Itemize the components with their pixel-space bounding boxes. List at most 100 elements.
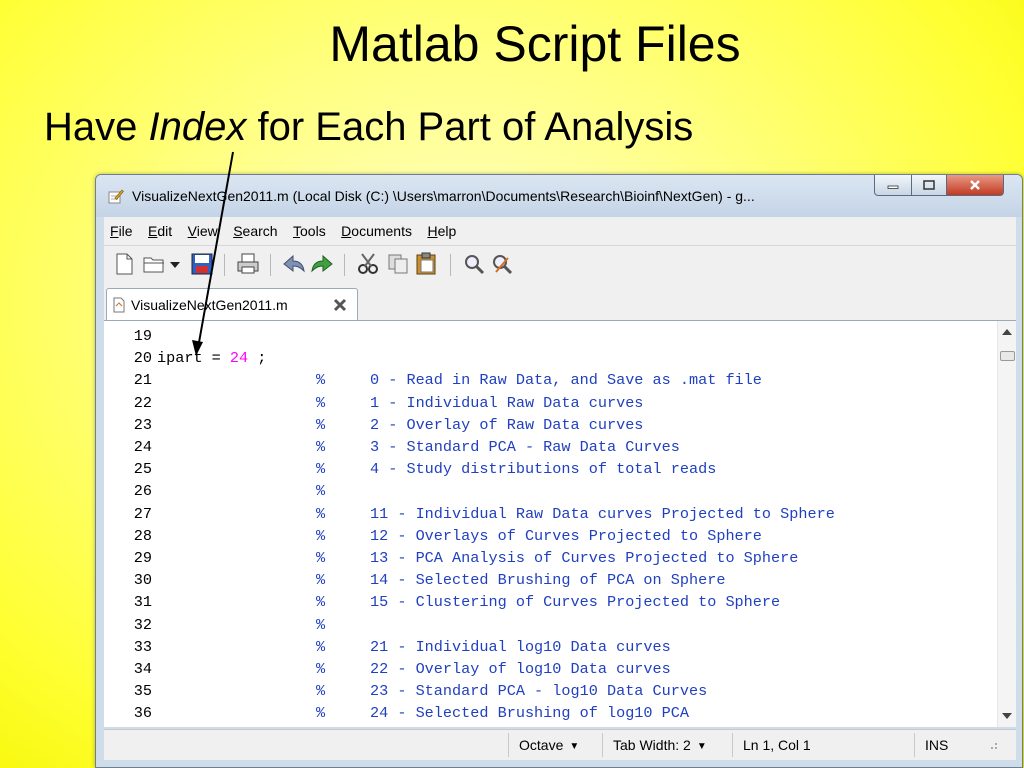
code-line[interactable]: 32% xyxy=(104,614,984,636)
code-line[interactable]: 25% 4 - Study distributions of total read… xyxy=(104,458,984,480)
comment-text: 11 - Individual Raw Data curves Projecte… xyxy=(370,504,835,523)
slide-title: Matlab Script Files xyxy=(329,16,741,72)
line-number: 26 xyxy=(133,482,152,501)
line-number: 24 xyxy=(133,438,152,456)
toolbar-separator xyxy=(224,254,225,276)
window-title: VisualizeNextGen2011.m (Local Disk (C:) … xyxy=(132,188,755,204)
minimize-button[interactable] xyxy=(874,175,912,196)
paste-icon[interactable] xyxy=(414,252,438,276)
menu-edit[interactable]: Edit xyxy=(142,217,177,239)
dropdown-arrow-icon: ▼ xyxy=(696,741,707,752)
document-edit-icon xyxy=(108,189,124,204)
line-number: 21 xyxy=(133,371,152,390)
comment-marker: % xyxy=(316,571,326,590)
code-line[interactable]: 22% 1 - Individual Raw Data curves xyxy=(104,392,984,414)
comment-marker: % xyxy=(316,660,326,678)
title-bar[interactable]: VisualizeNextGen2011.m (Local Disk (C:) … xyxy=(96,175,1022,217)
subtitle-emphasis: Index xyxy=(148,105,247,149)
code-line[interactable]: 23% 2 - Overlay of Raw Data curves xyxy=(104,414,984,436)
comment-marker: % xyxy=(316,549,326,567)
menu-file[interactable]: File xyxy=(104,217,138,239)
toolbar-separator xyxy=(344,254,345,276)
toolbar xyxy=(104,246,1016,284)
maximize-button[interactable] xyxy=(911,175,947,196)
menu-view[interactable]: View xyxy=(182,217,223,239)
print-icon[interactable] xyxy=(236,252,260,276)
cursor-position: Ln 1, Col 1 xyxy=(732,733,913,757)
comment-text: 4 - Study distributions of total reads xyxy=(370,460,717,479)
comment-marker: % xyxy=(316,593,326,612)
code-line[interactable]: 34% 22 - Overlay of log10 Data curves xyxy=(104,658,984,680)
editor-window: VisualizeNextGen2011.m (Local Disk (C:) … xyxy=(95,174,1023,768)
comment-marker: % xyxy=(316,637,326,656)
line-number: 31 xyxy=(133,593,152,612)
comment-marker: % xyxy=(316,482,326,501)
code-line[interactable]: 19 xyxy=(104,325,984,347)
code-editor[interactable]: 19 20 ipart = 24 ; 21% 0 - Read in Raw Data,… xyxy=(104,321,1016,727)
scroll-up-icon[interactable] xyxy=(1002,329,1012,335)
code-line[interactable]: 31% 15 - Clustering of Curves Projected t… xyxy=(104,591,984,613)
comment-marker: % xyxy=(316,682,326,701)
code-line[interactable]: 21% 0 - Read in Raw Data, and Save as .ma… xyxy=(104,369,984,391)
line-number: 19 xyxy=(133,327,152,345)
status-bar: Octave ▼ Tab Width: 2 ▼ Ln 1, Col 1 INS xyxy=(104,729,1016,760)
comment-text: 15 - Clustering of Curves Projected to S… xyxy=(370,593,781,612)
line-number: 32 xyxy=(133,615,152,634)
slide-subtitle: Have Index for Each Part of Analysis xyxy=(44,102,693,152)
new-file-icon[interactable] xyxy=(112,252,136,276)
tab-width-selector[interactable]: Tab Width: 2 ▼ xyxy=(602,733,729,757)
comment-marker: % xyxy=(316,415,326,434)
menu-search[interactable]: Search xyxy=(227,217,282,239)
comment-text: 2 - Overlay of Raw Data curves xyxy=(370,415,644,434)
line-number: 22 xyxy=(133,393,152,412)
language-selector[interactable]: Octave ▼ xyxy=(508,733,605,757)
tab-visualize-nextgen[interactable]: VisualizeNextGen2011.m xyxy=(106,288,358,320)
menu-documents[interactable]: Documents xyxy=(335,217,417,239)
code-line[interactable]: 35% 23 - Standard PCA - log10 Data Curves xyxy=(104,680,984,702)
find-icon[interactable] xyxy=(462,252,486,276)
code-line[interactable]: 28% 12 - Overlays of Curves Projected to … xyxy=(104,525,984,547)
code-line[interactable]: 36% 24 - Selected Brushing of log10 PCA xyxy=(104,702,984,724)
menu-help[interactable]: Help xyxy=(421,217,461,239)
scroll-thumb[interactable] xyxy=(1000,351,1015,361)
code-line[interactable]: 20 ipart = 24 ; xyxy=(104,347,984,369)
find-replace-icon[interactable] xyxy=(490,252,514,276)
open-folder-icon[interactable] xyxy=(142,252,166,276)
code-line[interactable]: 29% 13 - PCA Analysis of Curves Projected… xyxy=(104,547,984,569)
comment-marker: % xyxy=(316,438,326,456)
undo-icon[interactable] xyxy=(282,252,306,276)
close-icon xyxy=(970,180,980,190)
file-icon xyxy=(113,297,125,313)
code-line[interactable]: 24% 3 - Standard PCA - Raw Data Curves xyxy=(104,436,984,458)
vertical-scrollbar[interactable] xyxy=(997,321,1016,727)
comment-text: 21 - Individual log10 Data curves xyxy=(370,637,671,656)
copy-icon[interactable] xyxy=(386,252,410,276)
redo-icon[interactable] xyxy=(310,252,334,276)
comment-marker: % xyxy=(316,504,326,523)
tab-close-icon[interactable] xyxy=(333,298,347,312)
line-number: 28 xyxy=(133,526,152,545)
comment-marker: % xyxy=(316,371,326,390)
line-number: 29 xyxy=(133,549,152,567)
menu-bar: File Edit View Search Tools Documents He… xyxy=(104,217,1016,246)
code-line[interactable]: 27% 11 - Individual Raw Data curves Proje… xyxy=(104,503,984,525)
cut-icon[interactable] xyxy=(356,252,380,276)
numeric-literal: 24 xyxy=(229,349,249,368)
close-button[interactable] xyxy=(946,175,1004,196)
save-icon[interactable] xyxy=(190,252,214,276)
toolbar-separator xyxy=(450,254,451,276)
comment-text: 14 - Selected Brushing of PCA on Sphere xyxy=(370,571,726,590)
insert-mode: INS xyxy=(914,733,975,757)
tab-label: VisualizeNextGen2011.m xyxy=(131,297,288,313)
open-dropdown-icon[interactable] xyxy=(168,252,182,276)
scroll-down-icon[interactable] xyxy=(1002,713,1012,719)
resize-grip-icon[interactable] xyxy=(976,733,1006,757)
code-line[interactable]: 30% 14 - Selected Brushing of PCA on Sphe… xyxy=(104,569,984,591)
code-line[interactable]: 33% 21 - Individual log10 Data curves xyxy=(104,636,984,658)
menu-tools[interactable]: Tools xyxy=(287,217,331,239)
code-line[interactable]: 26% xyxy=(104,480,984,502)
comment-marker: % xyxy=(316,460,326,479)
line-number: 35 xyxy=(133,682,152,701)
line-number: 34 xyxy=(133,660,152,678)
comment-marker: % xyxy=(316,704,326,723)
